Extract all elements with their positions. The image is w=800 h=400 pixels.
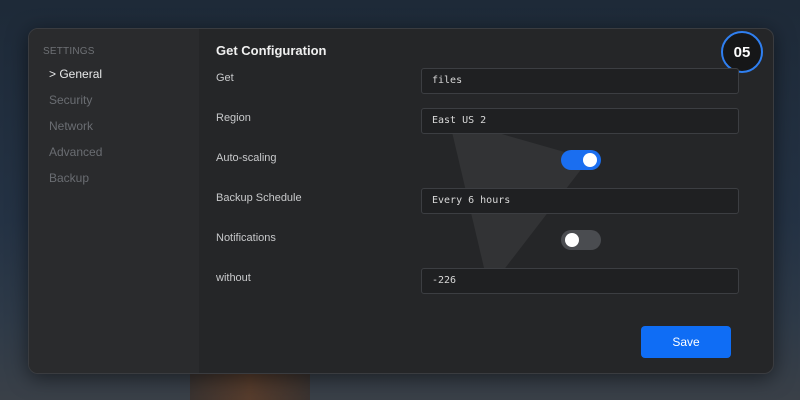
region-input[interactable]: East US 2 xyxy=(421,108,739,134)
backup-schedule-input[interactable]: Every 6 hours xyxy=(421,188,739,214)
backup-schedule-label: Backup Schedule xyxy=(216,192,302,204)
background-glow xyxy=(190,370,310,400)
page-title: Get Configuration xyxy=(216,43,327,58)
step-badge: 05 xyxy=(721,31,763,73)
settings-window: SETTINGS > General Security Network Adva… xyxy=(28,28,774,374)
without-input[interactable]: -226 xyxy=(421,268,739,294)
sidebar-item-general[interactable]: > General xyxy=(49,67,102,81)
main-panel: Get Configuration 05 Get files Region Ea… xyxy=(199,29,773,373)
notifications-label: Notifications xyxy=(216,232,276,244)
sidebar-item-security[interactable]: Security xyxy=(49,93,92,107)
sidebar: SETTINGS > General Security Network Adva… xyxy=(29,29,199,373)
region-label: Region xyxy=(216,112,251,124)
get-input[interactable]: files xyxy=(421,68,739,94)
sidebar-item-network[interactable]: Network xyxy=(49,119,93,133)
sidebar-item-backup[interactable]: Backup xyxy=(49,171,89,185)
auto-scaling-label: Auto-scaling xyxy=(216,152,277,164)
get-label: Get xyxy=(216,72,234,84)
auto-scaling-toggle[interactable] xyxy=(561,150,601,170)
sidebar-item-advanced[interactable]: Advanced xyxy=(49,145,102,159)
toggle-knob xyxy=(583,153,597,167)
notifications-toggle[interactable] xyxy=(561,230,601,250)
toggle-knob xyxy=(565,233,579,247)
without-label: without xyxy=(216,272,251,284)
save-button[interactable]: Save xyxy=(641,326,731,358)
sidebar-heading: SETTINGS xyxy=(43,46,95,57)
